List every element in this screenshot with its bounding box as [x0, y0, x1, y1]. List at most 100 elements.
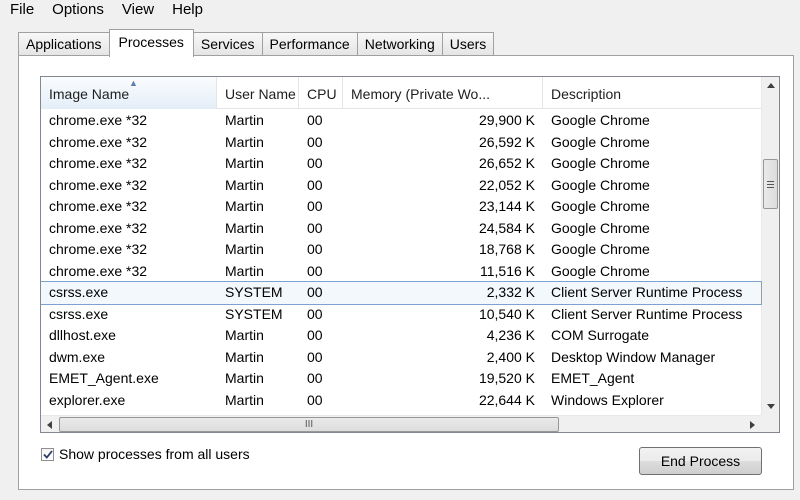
column-header-label: CPU [307, 86, 337, 102]
table-row[interactable]: explorer.exe Martin 00 22,644 K Windows Expl… [41, 390, 761, 412]
table-row[interactable]: csrss.exe SYSTEM 00 2,332 K Client Server Ru… [41, 281, 762, 305]
table-cell: Client Server Runtime Process [551, 284, 743, 301]
column-header-label: Description [551, 86, 622, 102]
vertical-scrollbar[interactable] [761, 77, 779, 415]
table-cell: Martin [225, 262, 264, 279]
show-all-users-checkbox[interactable]: Show processes from all users [41, 446, 250, 462]
table-cell: 19,520 K [478, 370, 535, 387]
tab-networking[interactable]: Networking [356, 32, 443, 56]
table-cell: Martin [225, 155, 264, 172]
table-cell: 00 [307, 305, 323, 322]
sort-ascending-icon: ▲ [129, 78, 138, 88]
horizontal-scroll-thumb[interactable]: III [59, 417, 559, 432]
chevron-down-icon [766, 404, 775, 409]
table-cell: 00 [307, 348, 323, 365]
menu-view[interactable]: View [113, 0, 163, 20]
column-header-memory[interactable]: Memory (Private Wo... [343, 77, 543, 109]
table-cell: 22,052 K [478, 176, 535, 193]
table-cell: Google Chrome [551, 112, 650, 129]
column-header-row: ▲ Image Name User Name CPU Memory (Priva… [41, 77, 761, 109]
table-cell: Google Chrome [551, 198, 650, 215]
checkbox-label: Show processes from all users [59, 446, 250, 462]
table-cell: Google Chrome [551, 133, 650, 150]
table-cell: Google Chrome [551, 219, 650, 236]
table-cell: 11,516 K [479, 262, 535, 279]
table-row[interactable]: chrome.exe *32 Martin 00 29,900 K Google Chr… [41, 110, 761, 132]
column-header-user-name[interactable]: User Name [217, 77, 299, 109]
table-cell: chrome.exe *32 [49, 219, 148, 236]
table-cell: 4,236 K [486, 327, 535, 344]
table-cell: 00 [307, 327, 323, 344]
table-cell: Windows Explorer [551, 391, 664, 408]
table-row[interactable]: chrome.exe *32 Martin 00 26,592 K Google Chr… [41, 132, 761, 154]
scroll-right-button[interactable] [744, 416, 761, 432]
table-cell: 00 [307, 370, 323, 387]
table-cell: Google Chrome [551, 155, 650, 172]
table-row[interactable]: chrome.exe *32 Martin 00 22,052 K Google Chr… [41, 175, 761, 197]
table-cell: 22,644 K [478, 391, 535, 408]
table-cell: 00 [307, 112, 323, 129]
grip-icon [767, 180, 774, 188]
table-cell: Client Server Runtime Process [551, 305, 743, 322]
column-header-description[interactable]: Description [543, 77, 761, 109]
tab-processes[interactable]: Processes [108, 29, 194, 57]
table-cell: Google Chrome [551, 241, 650, 258]
table-cell: 00 [307, 284, 323, 301]
tab-performance[interactable]: Performance [261, 32, 358, 56]
table-cell: chrome.exe *32 [49, 155, 148, 172]
table-cell: SYSTEM [225, 284, 283, 301]
table-row[interactable]: dllhost.exe Martin 00 4,236 K COM Surrogate [41, 325, 761, 347]
vertical-scroll-thumb[interactable] [763, 159, 778, 209]
column-header-image-name[interactable]: ▲ Image Name [41, 77, 217, 109]
menu-file[interactable]: File [0, 0, 43, 20]
table-cell: 00 [307, 262, 323, 279]
table-row[interactable]: csrss.exe SYSTEM 00 10,540 K Client Server R… [41, 304, 761, 326]
table-cell: 23,144 K [478, 198, 535, 215]
table-row[interactable]: EMET_Agent.exe Martin 00 19,520 K EMET_Agent [41, 368, 761, 390]
table-cell: Martin [225, 112, 264, 129]
menu-options[interactable]: Options [43, 0, 113, 20]
end-process-button[interactable]: End Process [639, 447, 762, 475]
table-cell: 26,652 K [478, 155, 535, 172]
table-cell: 00 [307, 219, 323, 236]
column-header-cpu[interactable]: CPU [299, 77, 343, 109]
grip-icon: III [304, 418, 314, 430]
chevron-right-icon [750, 420, 755, 429]
table-row[interactable]: chrome.exe *32 Martin 00 26,652 K Google Chr… [41, 153, 761, 175]
table-cell: Martin [225, 370, 264, 387]
tab-users[interactable]: Users [441, 32, 495, 56]
table-row[interactable]: dwm.exe Martin 00 2,400 K Desktop Window Man… [41, 347, 761, 369]
tab-applications[interactable]: Applications [18, 32, 110, 56]
table-cell: Google Chrome [551, 176, 650, 193]
table-cell: 00 [307, 133, 323, 150]
table-cell: Martin [225, 327, 264, 344]
column-header-label: Image Name [49, 86, 130, 102]
tab-services[interactable]: Services [192, 32, 263, 56]
table-cell: Google Chrome [551, 262, 650, 279]
menu-help[interactable]: Help [163, 0, 212, 20]
table-row[interactable]: chrome.exe *32 Martin 00 18,768 K Google Chr… [41, 239, 761, 261]
table-row[interactable]: chrome.exe *32 Martin 00 11,516 K Google Chr… [41, 261, 761, 283]
table-cell: COM Surrogate [551, 327, 650, 344]
table-cell: Martin [225, 133, 264, 150]
menu-bar: File Options View Help [0, 0, 800, 20]
scrollbar-corner [761, 415, 779, 432]
table-cell: Martin [225, 391, 264, 408]
table-cell: 24,584 K [478, 219, 535, 236]
processes-panel: ▲ Image Name User Name CPU Memory (Priva… [18, 55, 794, 490]
column-header-label: User Name [225, 86, 296, 102]
checkmark-icon [42, 449, 53, 459]
checkbox-box[interactable] [41, 447, 54, 461]
table-cell: csrss.exe [49, 284, 109, 301]
scroll-up-button[interactable] [762, 77, 779, 94]
scroll-down-button[interactable] [762, 398, 779, 415]
horizontal-scrollbar[interactable]: III [41, 415, 761, 432]
table-cell: Desktop Window Manager [551, 348, 716, 365]
scroll-left-button[interactable] [41, 416, 58, 432]
process-list[interactable]: ▲ Image Name User Name CPU Memory (Priva… [40, 76, 780, 433]
table-row[interactable]: chrome.exe *32 Martin 00 23,144 K Google Chr… [41, 196, 761, 218]
table-cell: Martin [225, 241, 264, 258]
table-row[interactable]: chrome.exe *32 Martin 00 24,584 K Google Chr… [41, 218, 761, 240]
chevron-left-icon [47, 420, 52, 429]
table-cell: Martin [225, 198, 264, 215]
